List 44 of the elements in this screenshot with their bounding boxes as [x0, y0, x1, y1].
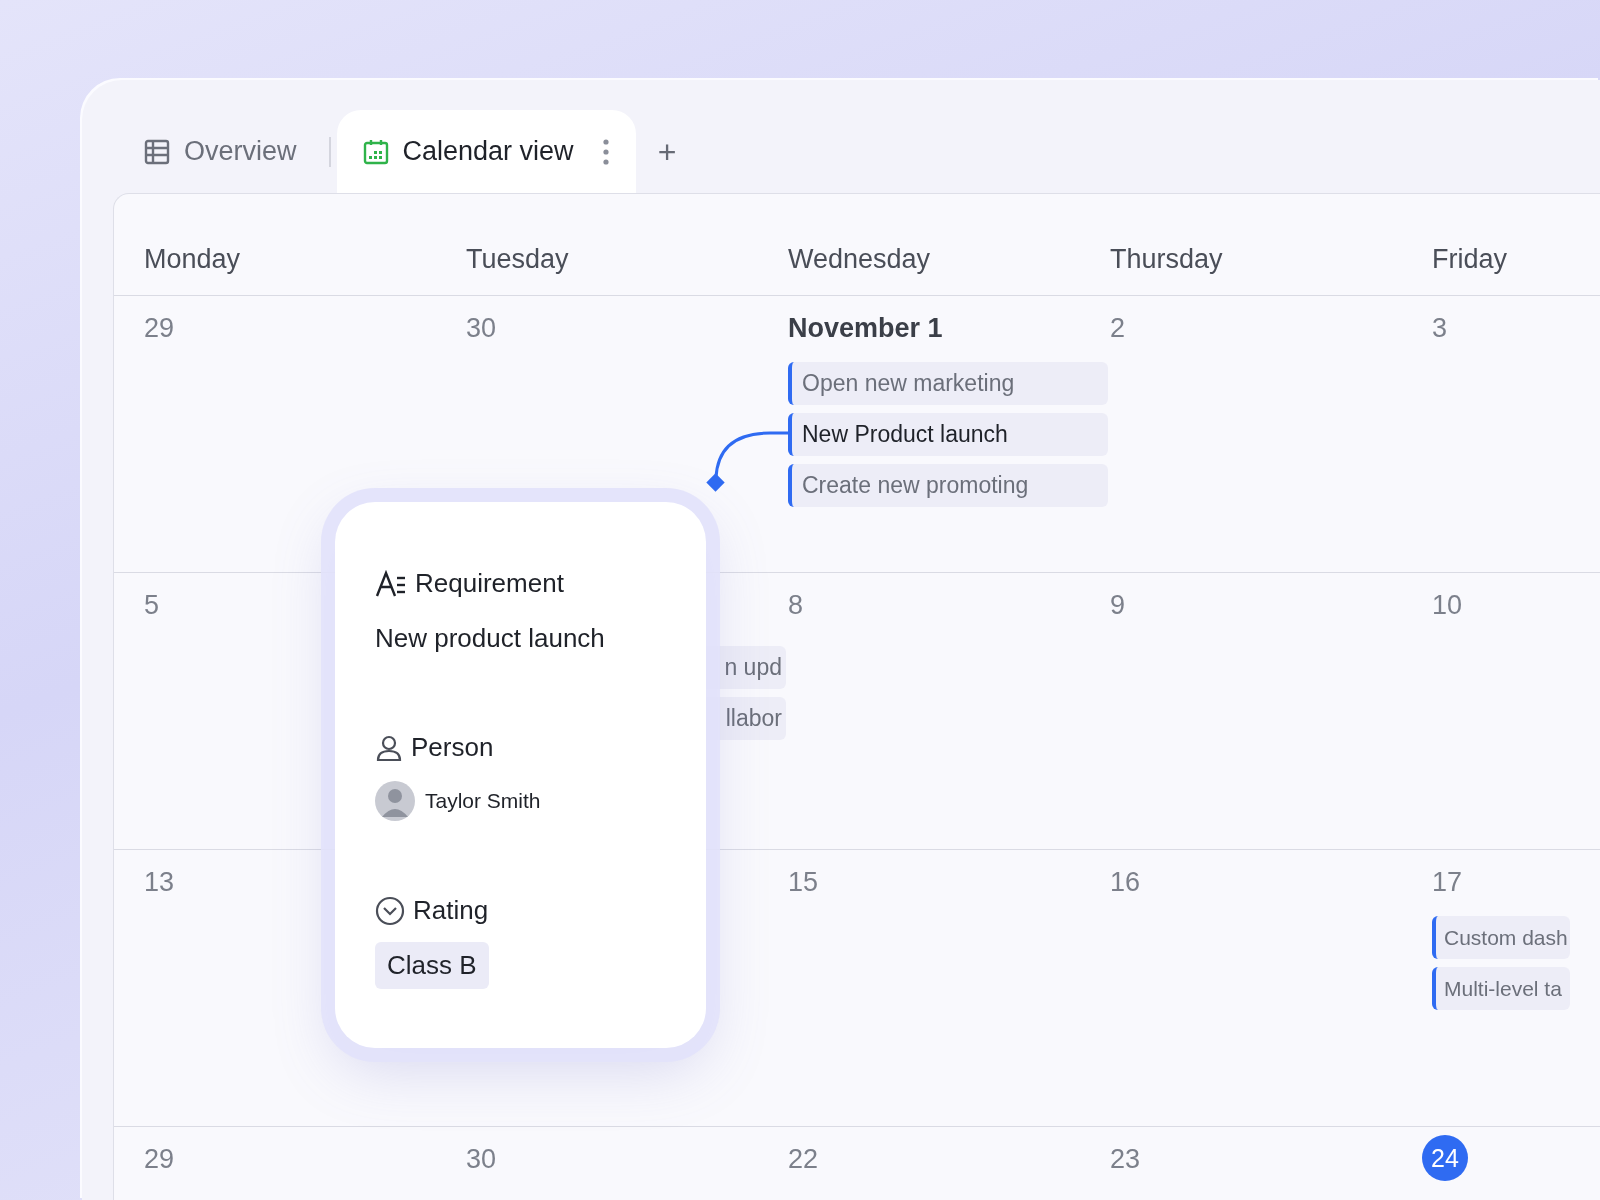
add-tab-button[interactable]: + [635, 110, 699, 193]
field-label: Requirement [415, 567, 564, 600]
date-label: 30 [466, 312, 497, 345]
tab[interactable]: Overview [118, 110, 323, 193]
weekday-header: Wednesday [788, 243, 931, 277]
date-label: 5 [144, 589, 160, 622]
date-label: 3 [1432, 312, 1448, 345]
more-icon [601, 137, 610, 166]
event-chip[interactable]: Multi-level ta [1432, 967, 1570, 1010]
date-label: 9 [1110, 589, 1126, 622]
date-label: 8 [788, 589, 804, 622]
table-icon [144, 138, 170, 165]
date-label: 23 [1110, 1143, 1141, 1176]
field-label: Rating [413, 894, 489, 927]
tab[interactable]: Calendar view [336, 110, 636, 193]
text-field-icon [375, 569, 407, 598]
date-label: 29 [144, 312, 175, 345]
date-label: 30 [466, 1143, 497, 1176]
field-value: New product launch [375, 622, 606, 655]
event-chip[interactable]: Open new marketing [788, 362, 1108, 405]
date-label: 17 [1432, 866, 1463, 899]
date-label: 16 [1110, 866, 1141, 899]
weekday-header: Monday [144, 243, 241, 277]
event-chip[interactable]: Custom dash [1432, 916, 1570, 959]
date-label: November 1 [788, 312, 943, 345]
date-label: 10 [1432, 589, 1463, 622]
person-icon [375, 733, 403, 762]
date-label: 22 [788, 1143, 819, 1176]
event-chip[interactable]: Create new promoting [788, 464, 1108, 507]
calendar-icon [362, 138, 389, 165]
avatar-icon [375, 781, 415, 821]
weekday-header: Friday [1432, 243, 1507, 277]
date-label: 29 [144, 1143, 175, 1176]
person-name: Taylor Smith [425, 788, 541, 815]
date-label: 15 [788, 866, 819, 899]
dropdown-icon [375, 895, 405, 926]
date-label: 2 [1110, 312, 1126, 345]
today-date: 24 [1422, 1135, 1468, 1181]
weekday-header: Thursday [1110, 243, 1223, 277]
option-tag: Class B [375, 942, 489, 989]
weekday-header: Tuesday [466, 243, 569, 277]
date-label: 13 [144, 866, 175, 899]
field-label: Person [411, 731, 494, 764]
event-chip[interactable]: New Product launch [788, 413, 1108, 456]
